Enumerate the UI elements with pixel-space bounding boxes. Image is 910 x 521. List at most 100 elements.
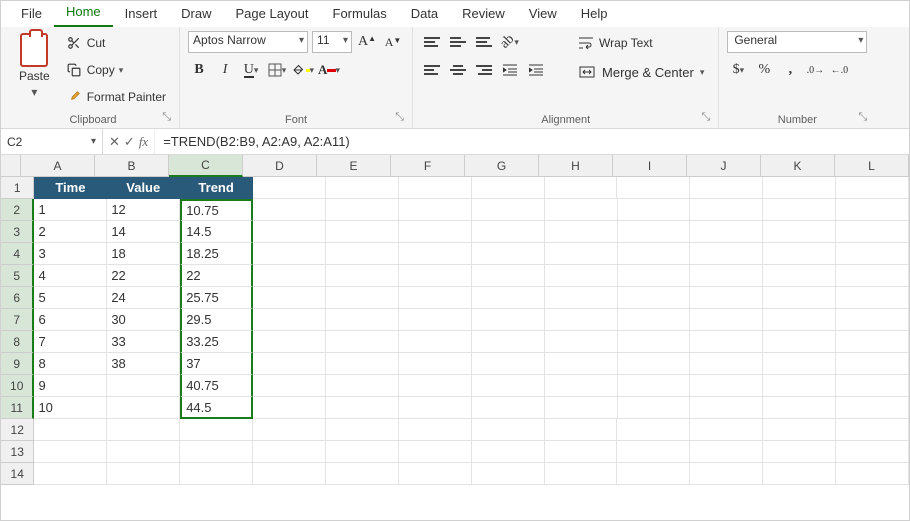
cell-L14[interactable] xyxy=(836,463,909,485)
align-bottom-button[interactable] xyxy=(473,32,495,52)
cell-D3[interactable] xyxy=(253,221,326,243)
cell-G8[interactable] xyxy=(472,331,545,353)
cell-F13[interactable] xyxy=(399,441,472,463)
column-header-B[interactable]: B xyxy=(95,155,169,177)
cell-H8[interactable] xyxy=(545,331,618,353)
cell-J1[interactable] xyxy=(690,177,763,199)
cell-C8[interactable]: 33.25 xyxy=(180,331,253,353)
cell-F1[interactable] xyxy=(399,177,472,199)
row-header-11[interactable]: 11 xyxy=(1,397,34,419)
cell-B6[interactable]: 24 xyxy=(107,287,180,309)
fill-color-button[interactable]: ▾ xyxy=(292,59,314,81)
cell-J9[interactable] xyxy=(690,353,763,375)
accounting-format-button[interactable]: $▾ xyxy=(727,59,749,81)
cell-G6[interactable] xyxy=(472,287,545,309)
cell-H2[interactable] xyxy=(545,199,618,221)
increase-font-button[interactable]: A▲ xyxy=(356,31,378,53)
italic-button[interactable]: I xyxy=(214,59,236,81)
cell-J13[interactable] xyxy=(690,441,763,463)
cell-K9[interactable] xyxy=(763,353,836,375)
column-header-D[interactable]: D xyxy=(243,155,317,177)
cell-C12[interactable] xyxy=(180,419,253,441)
font-name-select[interactable]: Aptos Narrow xyxy=(188,31,308,53)
cell-E12[interactable] xyxy=(326,419,399,441)
select-all-corner[interactable] xyxy=(1,155,21,177)
cell-B1[interactable]: Value xyxy=(107,177,180,199)
dialog-launcher-icon[interactable]: ⤡ xyxy=(395,111,404,124)
menu-review[interactable]: Review xyxy=(450,2,517,27)
cell-C11[interactable]: 44.5 xyxy=(180,397,253,419)
cell-H13[interactable] xyxy=(545,441,618,463)
decrease-decimal-button[interactable]: ←.0 xyxy=(829,59,849,81)
cell-E3[interactable] xyxy=(326,221,399,243)
cell-J10[interactable] xyxy=(690,375,763,397)
cell-E11[interactable] xyxy=(326,397,399,419)
cell-E1[interactable] xyxy=(326,177,399,199)
increase-decimal-button[interactable]: .0→ xyxy=(805,59,825,81)
cell-A5[interactable]: 4 xyxy=(34,265,107,287)
cell-I13[interactable] xyxy=(617,441,690,463)
cell-B14[interactable] xyxy=(107,463,180,485)
cell-F4[interactable] xyxy=(399,243,472,265)
cell-J11[interactable] xyxy=(690,397,763,419)
cell-E13[interactable] xyxy=(326,441,399,463)
cell-D6[interactable] xyxy=(253,287,326,309)
increase-indent-button[interactable] xyxy=(525,59,547,81)
cell-D12[interactable] xyxy=(253,419,326,441)
cell-I1[interactable] xyxy=(617,177,690,199)
menu-formulas[interactable]: Formulas xyxy=(321,2,399,27)
cell-G10[interactable] xyxy=(472,375,545,397)
cell-L10[interactable] xyxy=(836,375,909,397)
cell-G13[interactable] xyxy=(472,441,545,463)
font-color-button[interactable]: A ▾ xyxy=(318,59,340,81)
cell-E9[interactable] xyxy=(326,353,399,375)
cell-A14[interactable] xyxy=(34,463,107,485)
copy-button[interactable]: Copy ▾ xyxy=(60,58,171,82)
bold-button[interactable]: B xyxy=(188,59,210,81)
cell-J14[interactable] xyxy=(690,463,763,485)
fx-icon[interactable]: fx xyxy=(139,134,148,150)
cell-C6[interactable]: 25.75 xyxy=(180,287,253,309)
cell-K2[interactable] xyxy=(763,199,836,221)
cell-F10[interactable] xyxy=(399,375,472,397)
cell-D13[interactable] xyxy=(253,441,326,463)
cell-E5[interactable] xyxy=(326,265,399,287)
cancel-formula-button[interactable]: ✕ xyxy=(109,134,120,150)
column-header-A[interactable]: A xyxy=(21,155,95,177)
cell-A6[interactable]: 5 xyxy=(34,287,107,309)
cell-B8[interactable]: 33 xyxy=(107,331,180,353)
cell-K7[interactable] xyxy=(763,309,836,331)
row-header-5[interactable]: 5 xyxy=(1,265,34,287)
cell-H1[interactable] xyxy=(545,177,618,199)
font-size-select[interactable]: 11 xyxy=(312,31,352,53)
cell-C7[interactable]: 29.5 xyxy=(180,309,253,331)
cell-H12[interactable] xyxy=(545,419,618,441)
align-top-button[interactable] xyxy=(421,32,443,52)
cell-I3[interactable] xyxy=(618,221,691,243)
cell-L2[interactable] xyxy=(836,199,909,221)
column-header-E[interactable]: E xyxy=(317,155,391,177)
menu-help[interactable]: Help xyxy=(569,2,620,27)
column-header-J[interactable]: J xyxy=(687,155,761,177)
cell-G2[interactable] xyxy=(472,199,545,221)
accept-formula-button[interactable]: ✓ xyxy=(124,134,135,150)
cell-D9[interactable] xyxy=(253,353,326,375)
decrease-font-button[interactable]: A▼ xyxy=(382,31,404,53)
row-header-14[interactable]: 14 xyxy=(1,463,34,485)
cell-K6[interactable] xyxy=(763,287,836,309)
column-header-F[interactable]: F xyxy=(391,155,465,177)
column-header-G[interactable]: G xyxy=(465,155,539,177)
cell-G4[interactable] xyxy=(472,243,545,265)
column-header-L[interactable]: L xyxy=(835,155,909,177)
cell-L9[interactable] xyxy=(836,353,909,375)
cell-J2[interactable] xyxy=(690,199,763,221)
cell-C5[interactable]: 22 xyxy=(180,265,253,287)
cell-C13[interactable] xyxy=(180,441,253,463)
wrap-text-button[interactable]: Wrap Text xyxy=(572,31,710,55)
menu-view[interactable]: View xyxy=(517,2,569,27)
cell-I11[interactable] xyxy=(618,397,691,419)
cell-F7[interactable] xyxy=(399,309,472,331)
cell-L8[interactable] xyxy=(836,331,909,353)
align-middle-button[interactable] xyxy=(447,32,469,52)
cell-A10[interactable]: 9 xyxy=(34,375,107,397)
